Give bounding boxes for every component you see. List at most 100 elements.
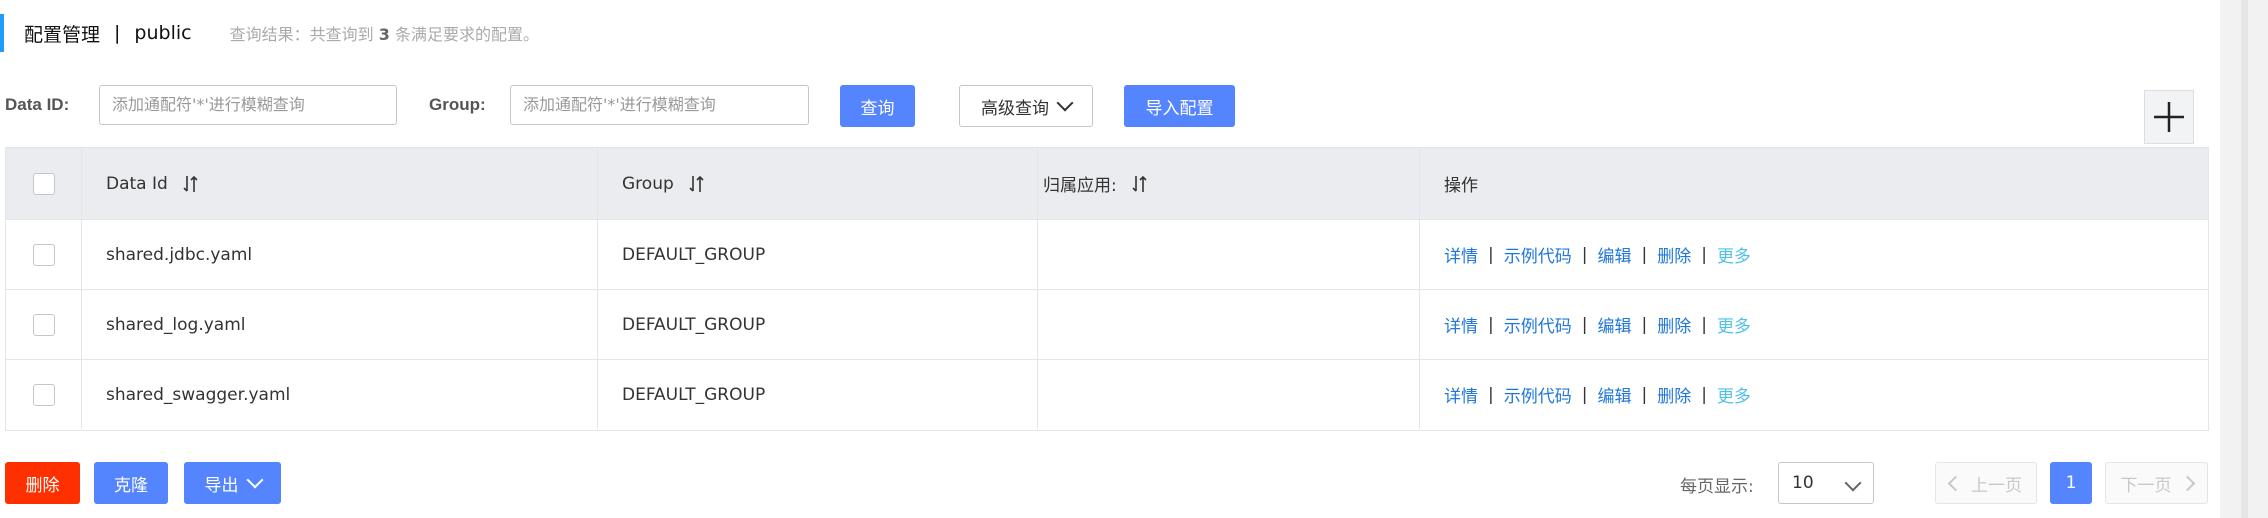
result-suffix: 条满足要求的配置。 [394,25,539,44]
batch-delete-label: 删除 [25,475,60,496]
row-checkbox[interactable] [32,243,55,266]
action-separator: | [1701,314,1707,335]
table-header-row: Data Id Group 归属应用: 操作 [6,148,2208,219]
clone-button[interactable]: 克隆 [94,462,168,504]
row-checkbox-cell [6,220,81,289]
row-checkbox[interactable] [32,313,55,336]
more-link[interactable]: 更多 [1717,312,1751,337]
table-row: shared_swagger.yaml DEFAULT_GROUP 详情 | 示例… [6,359,2208,429]
column-label-app: 归属应用: [1043,176,1117,196]
delete-link[interactable]: 删除 [1657,382,1691,407]
data-id-cell: shared_log.yaml [81,290,597,359]
group-cell: DEFAULT_GROUP [597,360,1037,429]
row-checkbox-cell [6,360,81,429]
result-prefix: 查询结果：共查询到 [229,25,374,44]
column-label-actions: 操作 [1444,176,1478,196]
delete-link[interactable]: 删除 [1657,242,1691,267]
column-label-group: Group [622,173,674,194]
export-button[interactable]: 导出 [184,462,281,504]
page-title: 配置管理 [24,23,101,46]
action-separator: | [1581,384,1588,405]
column-header-group: Group [597,148,1037,219]
group-input[interactable]: 添加通配符'*'进行模糊查询 [510,85,809,125]
clone-label: 克隆 [114,475,148,496]
chevron-left-icon [1947,475,1964,491]
action-separator: | [1701,384,1707,405]
query-button[interactable]: 查询 [840,85,915,127]
advanced-query-button[interactable]: 高级查询 [959,85,1093,127]
action-separator: | [1701,244,1707,265]
add-config-button[interactable] [2144,90,2194,144]
select-all-checkbox[interactable] [32,172,55,195]
sort-icon[interactable] [182,174,200,194]
table-row: shared_log.yaml DEFAULT_GROUP 详情 | 示例代码 | … [6,289,2208,359]
app-cell [1037,220,1419,289]
sort-icon[interactable] [1131,174,1149,194]
page-size-label: 每页显示: [1680,477,1754,497]
query-button-label: 查询 [860,98,895,119]
plus-icon [2154,102,2184,132]
page-header: 配置管理 | public 查询结果：共查询到 3 条满足要求的配置。 [0,14,539,52]
header-checkbox-cell [6,148,81,219]
action-separator: | [1488,314,1494,335]
chevron-down-icon [1844,474,1862,492]
data-id-cell: shared_swagger.yaml [81,360,597,429]
group-label: Group: [429,95,486,114]
data-id-cell: shared.jdbc.yaml [81,220,597,289]
action-separator: | [1641,314,1648,335]
detail-link[interactable]: 详情 [1444,312,1478,337]
prev-page-button[interactable]: 上一页 [1935,462,2037,504]
edit-link[interactable]: 编辑 [1597,312,1631,337]
filter-bar: Data ID: 添加通配符'*'进行模糊查询 Group: 添加通配符'*'进… [0,85,1300,127]
action-separator: | [1488,244,1494,265]
next-page-button[interactable]: 下一页 [2105,462,2208,504]
detail-link[interactable]: 详情 [1444,382,1478,407]
row-checkbox[interactable] [32,383,55,406]
sort-icon[interactable] [688,174,706,194]
export-label: 导出 [204,475,239,496]
app-cell [1037,360,1419,429]
scrollbar[interactable] [2241,0,2248,518]
right-scroll-area [2220,0,2268,518]
column-header-app: 归属应用: [1037,148,1419,219]
column-header-actions: 操作 [1419,148,2208,219]
actions-cell: 详情 | 示例代码 | 编辑 | 删除 | 更多 [1419,220,2208,289]
column-header-data-id: Data Id [81,148,597,219]
action-separator: | [1581,244,1588,265]
more-link[interactable]: 更多 [1717,382,1751,407]
prev-page-label: 上一页 [1971,475,2022,496]
data-id-label: Data ID: [5,95,70,114]
data-id-input[interactable]: 添加通配符'*'进行模糊查询 [99,85,397,125]
edit-link[interactable]: 编辑 [1597,242,1631,267]
table-footer: 删除 克隆 导出 每页显示: 10 上一页 1 下一页 [0,462,2220,504]
delete-link[interactable]: 删除 [1657,312,1691,337]
result-count: 3 [378,25,390,44]
page-size-value: 10 [1792,473,1814,493]
page-number-1[interactable]: 1 [2050,462,2092,504]
batch-delete-button[interactable]: 删除 [5,462,80,504]
action-separator: | [1581,314,1588,335]
column-label-data-id: Data Id [106,173,168,194]
import-config-button[interactable]: 导入配置 [1124,85,1235,127]
detail-link[interactable]: 详情 [1444,242,1478,267]
sample-code-link[interactable]: 示例代码 [1504,242,1572,267]
table-row: shared.jdbc.yaml DEFAULT_GROUP 详情 | 示例代码 |… [6,219,2208,289]
more-link[interactable]: 更多 [1717,242,1751,267]
advanced-query-label: 高级查询 [981,98,1049,119]
title-separator: | [114,22,121,44]
import-config-label: 导入配置 [1145,98,1214,119]
group-cell: DEFAULT_GROUP [597,290,1037,359]
actions-cell: 详情 | 示例代码 | 编辑 | 删除 | 更多 [1419,360,2208,429]
action-separator: | [1641,244,1648,265]
title-accent-bar [0,14,4,52]
next-page-label: 下一页 [2120,475,2172,496]
row-checkbox-cell [6,290,81,359]
sample-code-link[interactable]: 示例代码 [1504,312,1572,337]
namespace-name: public [134,22,192,44]
edit-link[interactable]: 编辑 [1597,382,1631,407]
action-separator: | [1488,384,1494,405]
action-separator: | [1641,384,1648,405]
actions-cell: 详情 | 示例代码 | 编辑 | 删除 | 更多 [1419,290,2208,359]
page-size-select[interactable]: 10 [1778,462,1874,504]
sample-code-link[interactable]: 示例代码 [1504,382,1572,407]
